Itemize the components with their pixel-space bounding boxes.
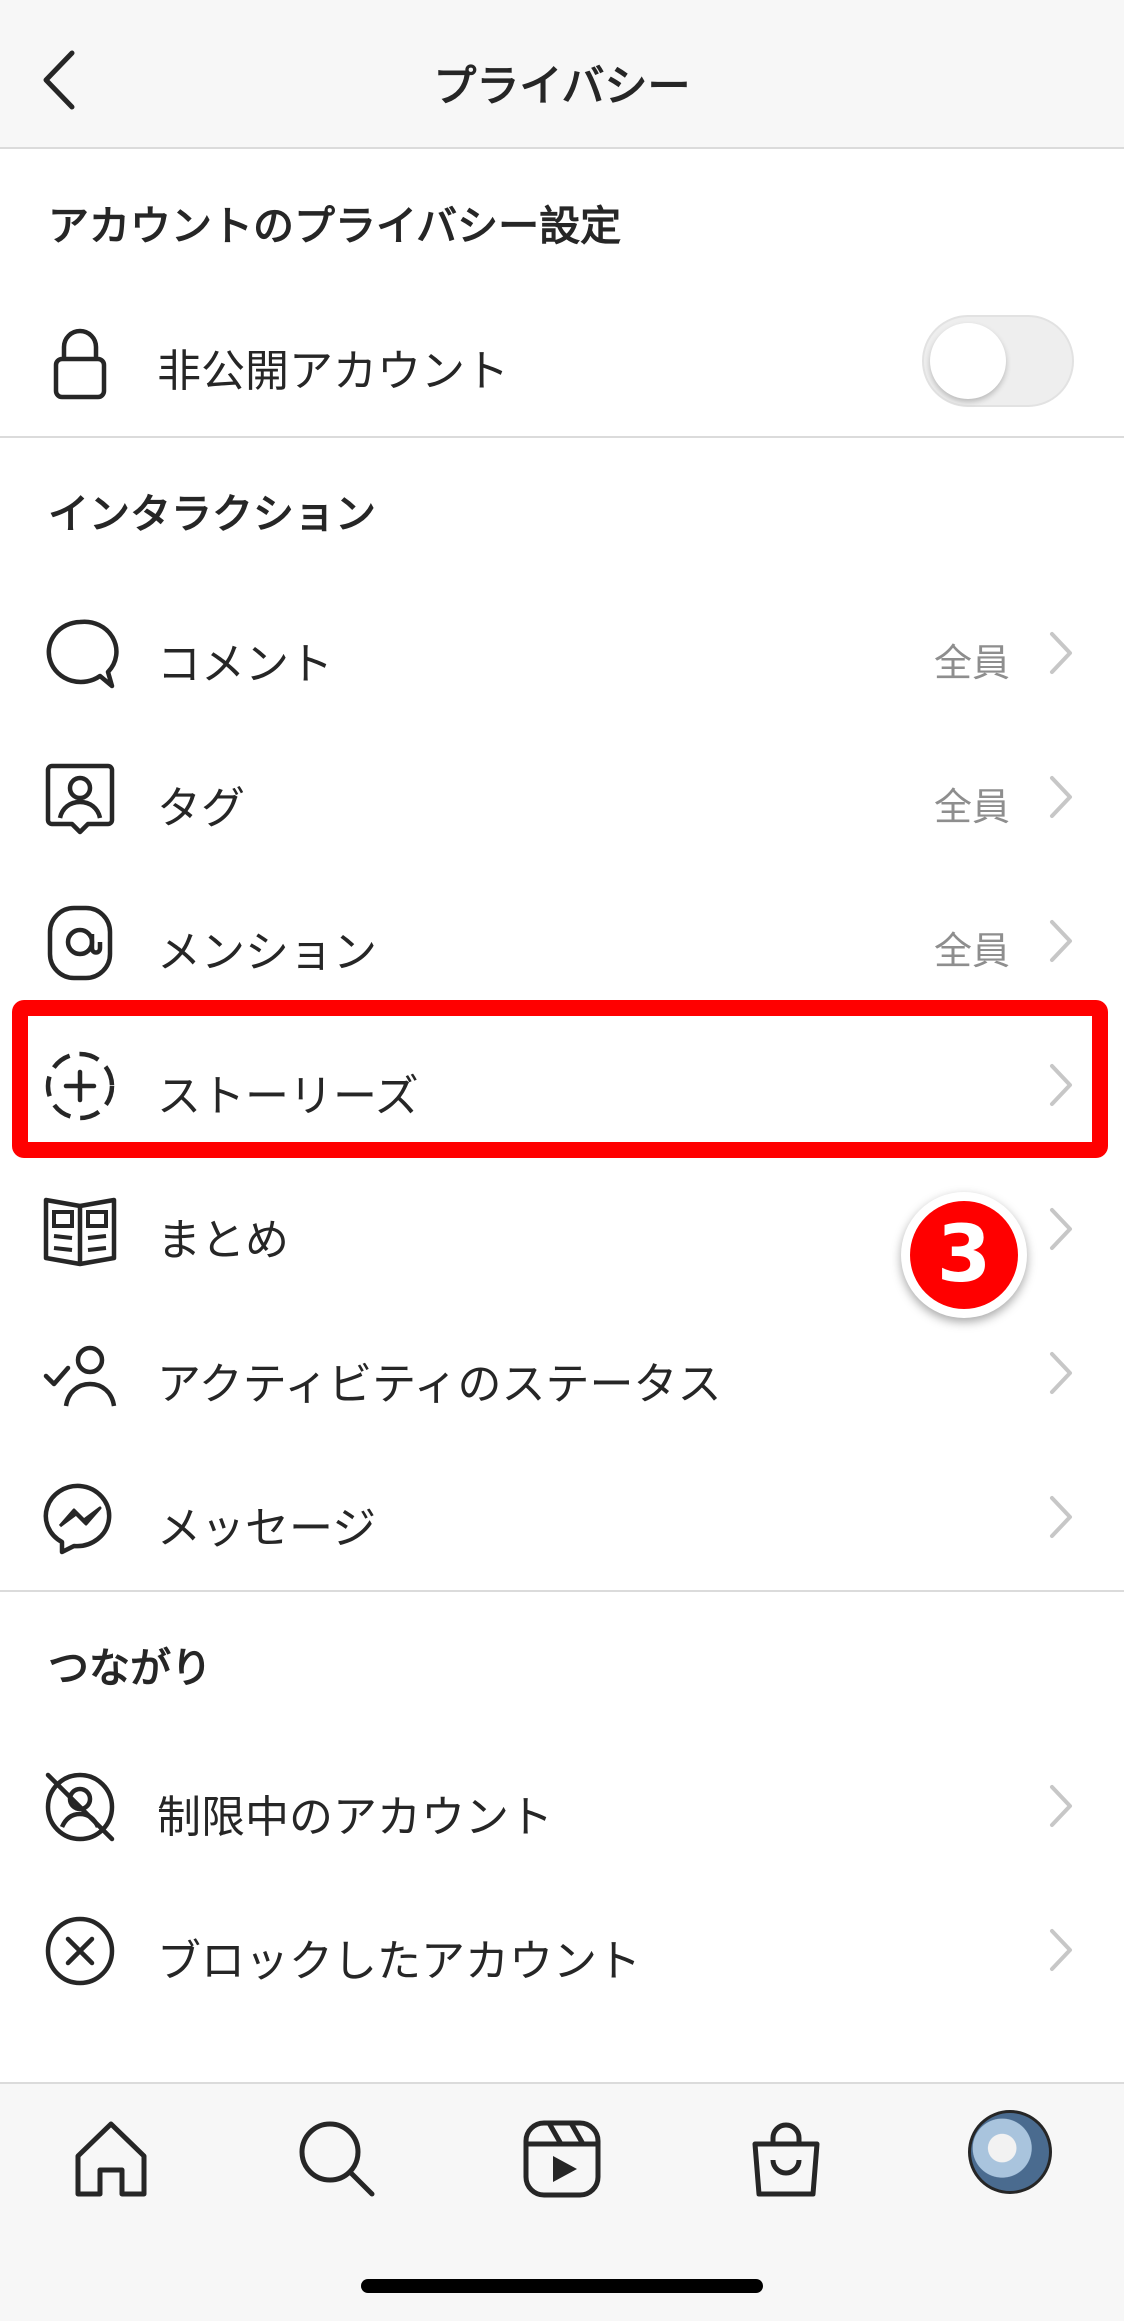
chevron-right-icon: [1048, 1783, 1074, 1829]
settings-row-messages[interactable]: メッセージ: [0, 1452, 1124, 1582]
settings-row-stories[interactable]: ストーリーズ: [0, 1020, 1124, 1150]
tag-person-icon: [42, 760, 118, 836]
section-title-account-privacy: アカウントのプライバシー設定: [48, 202, 622, 250]
chevron-right-icon: [1048, 918, 1074, 964]
row-label: タグ: [157, 783, 245, 834]
chevron-right-icon: [1048, 1206, 1074, 1252]
step-number: 3: [910, 1201, 1018, 1309]
row-label: メッセージ: [157, 1503, 377, 1554]
home-indicator: [361, 2279, 763, 2293]
blocked-icon: [42, 1913, 118, 1989]
settings-row-activity-status[interactable]: アクティビティのステータス: [0, 1308, 1124, 1438]
chevron-right-icon: [1048, 1350, 1074, 1396]
at-mention-icon: [42, 904, 118, 981]
settings-row-comments[interactable]: コメント 全員: [0, 588, 1124, 718]
row-label: 制限中のアカウント: [157, 1792, 553, 1843]
row-value: 全員: [933, 641, 1010, 685]
row-value: 全員: [933, 929, 1010, 973]
story-add-icon: [42, 1048, 118, 1124]
lock-icon: [42, 323, 118, 400]
guide-book-icon: [42, 1192, 118, 1268]
chevron-right-icon: [1048, 774, 1074, 820]
section-divider: [0, 436, 1124, 438]
chevron-right-icon: [1048, 1062, 1074, 1108]
toggle-knob: [930, 323, 1006, 399]
row-label: ストーリーズ: [157, 1071, 419, 1122]
row-label: アクティビティのステータス: [157, 1359, 722, 1410]
section-title-interaction: インタラクション: [48, 490, 376, 538]
chevron-right-icon: [1048, 1927, 1074, 1973]
settings-row-blocked-accounts[interactable]: ブロックしたアカウント: [0, 1885, 1124, 2015]
settings-row-mentions[interactable]: メンション 全員: [0, 876, 1124, 1006]
row-value: 全員: [933, 785, 1010, 829]
activity-status-icon: [42, 1336, 118, 1412]
comment-icon: [42, 616, 119, 692]
page-title: プライバシー: [433, 62, 691, 112]
step-number-badge: 3: [901, 1192, 1027, 1318]
row-label: ブロックしたアカウント: [157, 1936, 641, 1987]
section-title-connections: つながり: [48, 1644, 212, 1692]
restricted-icon: [42, 1769, 118, 1845]
home-icon[interactable]: [66, 2114, 156, 2204]
private-account-toggle[interactable]: [922, 315, 1074, 407]
settings-row-tags[interactable]: タグ 全員: [0, 732, 1124, 862]
profile-avatar[interactable]: [968, 2110, 1052, 2194]
top-nav-bar: プライバシー: [0, 0, 1124, 149]
reels-icon[interactable]: [517, 2114, 607, 2204]
shop-icon[interactable]: [741, 2114, 831, 2204]
messenger-icon: [42, 1480, 118, 1556]
row-label: まとめ: [157, 1215, 289, 1266]
section-divider: [0, 1590, 1124, 1592]
search-icon[interactable]: [292, 2114, 382, 2204]
private-account-label: 非公開アカウント: [157, 346, 509, 397]
row-label: メンション: [157, 927, 377, 978]
row-label: コメント: [157, 639, 333, 690]
chevron-right-icon: [1048, 630, 1074, 676]
chevron-right-icon: [1048, 1494, 1074, 1540]
settings-row-restricted-accounts[interactable]: 制限中のアカウント: [0, 1741, 1124, 1871]
